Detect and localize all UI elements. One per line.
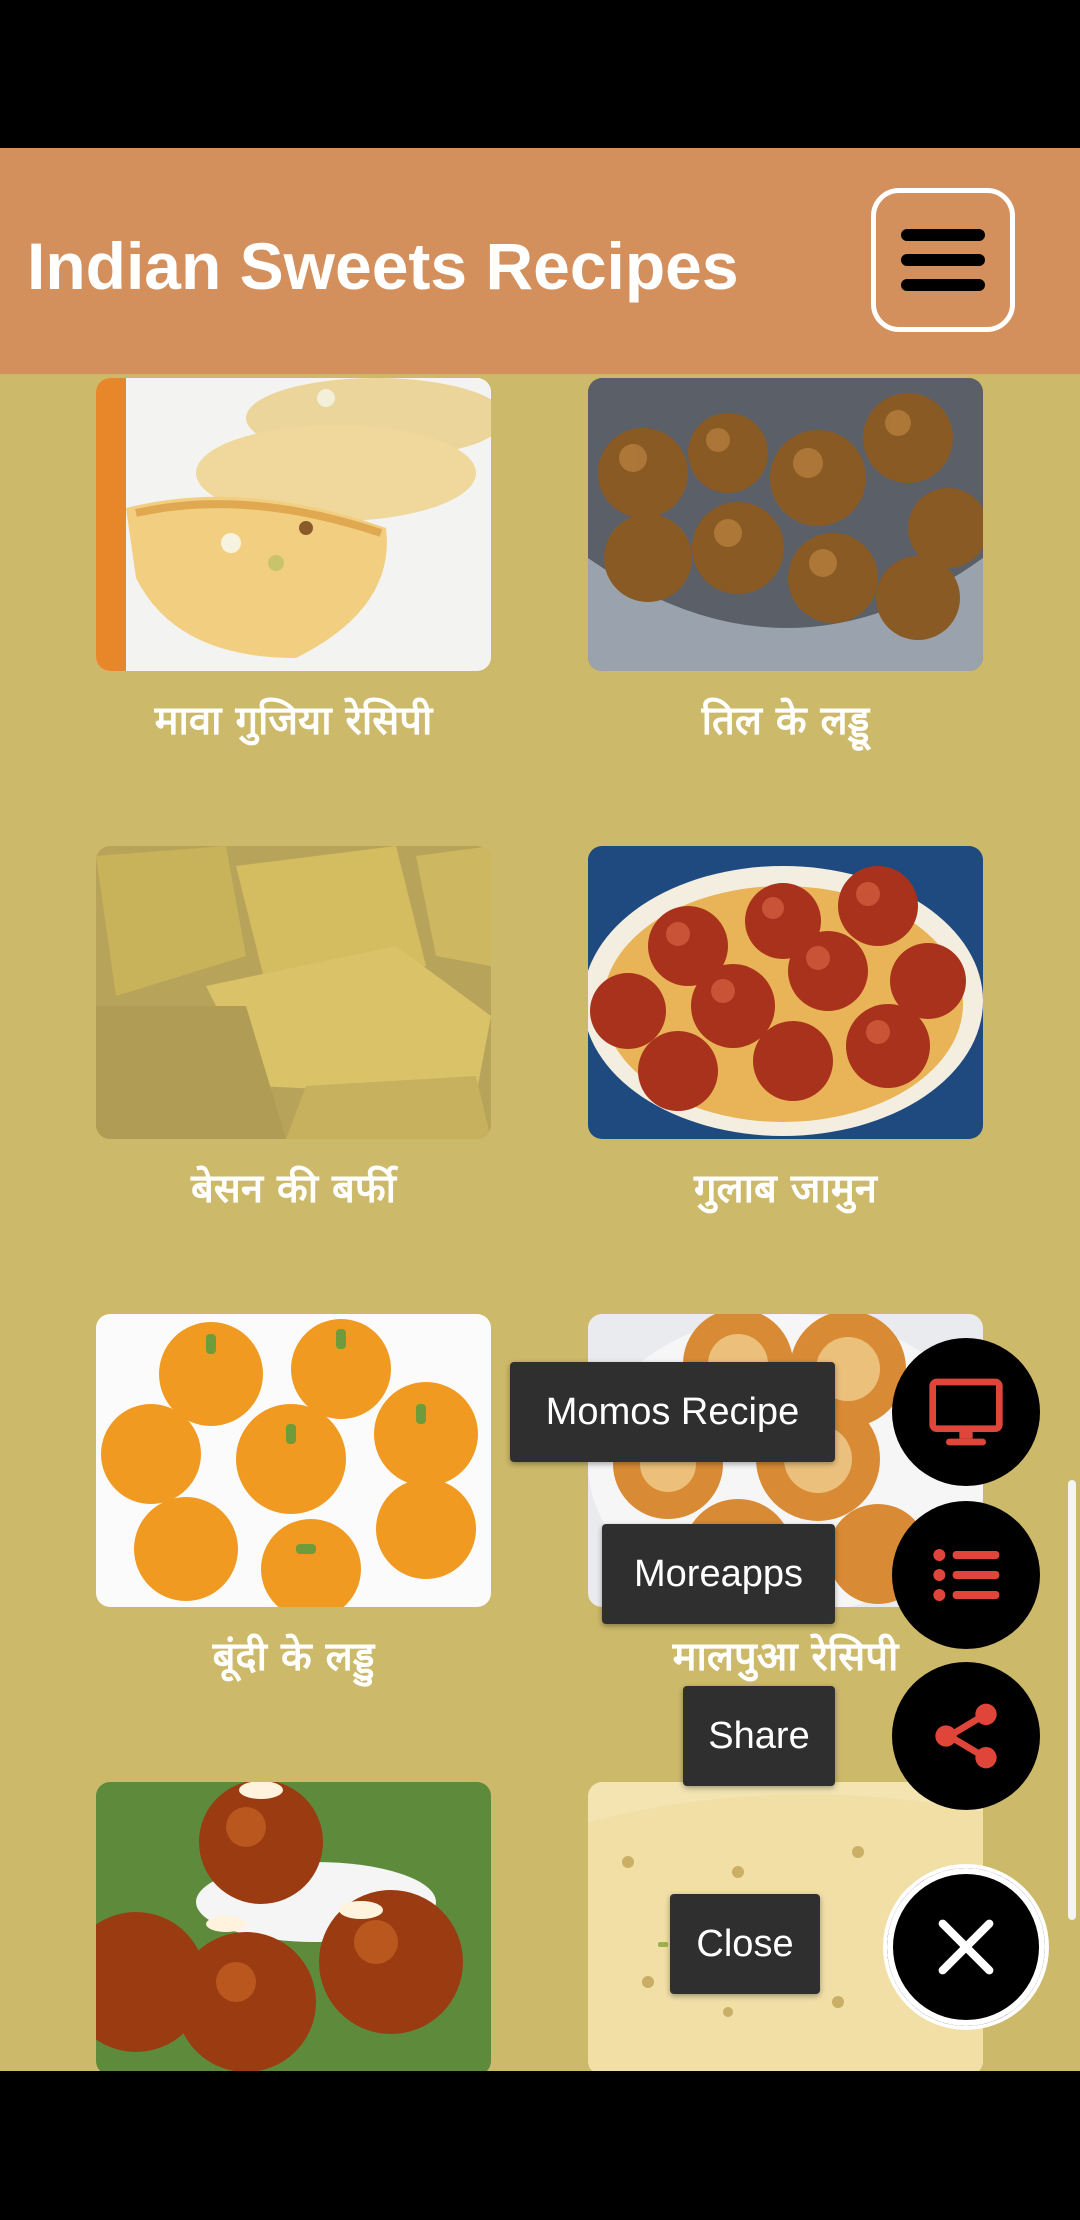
recipe-title[interactable]: बूंदी के लड्डु [96,1627,491,1682]
momos-recipe-label[interactable]: Momos Recipe [510,1362,835,1462]
scroll-indicator [1068,1480,1076,1920]
share-fab[interactable] [892,1662,1040,1810]
moreapps-fab[interactable] [892,1501,1040,1649]
recipe-title[interactable]: गुलाब जामुन [588,1159,983,1214]
moreapps-label[interactable]: Moreapps [602,1524,835,1624]
recipe-image[interactable] [96,1782,491,2071]
recipe-image[interactable] [588,378,983,671]
recipe-card-boondi-laddu[interactable]: बूंदी के लड्डु [96,1314,491,1682]
recipe-title[interactable]: बेसन की बर्फी [96,1159,491,1214]
close-icon [938,1919,994,1975]
close-label[interactable]: Close [670,1894,820,1994]
recipe-card-til-laddoo[interactable]: तिल के लड्डू [588,378,983,746]
recipe-grid[interactable]: मावा गुजिया रेसिपी तिल के लड्डू बेसन की … [0,374,1080,2071]
recipe-title[interactable]: मावा गुजिया रेसिपी [96,691,491,746]
momos-recipe-fab[interactable] [892,1338,1040,1486]
recipe-image[interactable] [96,378,491,671]
recipe-card-besan-barfi[interactable]: बेसन की बर्फी [96,846,491,1214]
recipe-card-7[interactable] [96,1782,491,2071]
recipe-image[interactable] [96,1314,491,1607]
app-title: Indian Sweets Recipes [27,229,739,303]
app-bar: Indian Sweets Recipes [0,148,1080,374]
navigation-bar [0,2071,1080,2220]
recipe-card-gulab-jamun[interactable]: गुलाब जामुन [588,846,983,1214]
hamburger-menu-button[interactable] [871,188,1015,332]
close-fab[interactable] [883,1864,1049,2030]
recipe-card-mawa-gujiya[interactable]: मावा गुजिया रेसिपी [96,378,491,746]
status-bar [0,0,1080,148]
share-label[interactable]: Share [683,1686,835,1786]
list-icon [933,1549,1000,1601]
share-icon [935,1703,997,1769]
recipe-image[interactable] [96,846,491,1139]
monitor-icon [929,1378,1003,1446]
recipe-title[interactable]: तिल के लड्डू [588,691,983,746]
menu-icon [901,229,985,241]
recipe-image[interactable] [588,846,983,1139]
